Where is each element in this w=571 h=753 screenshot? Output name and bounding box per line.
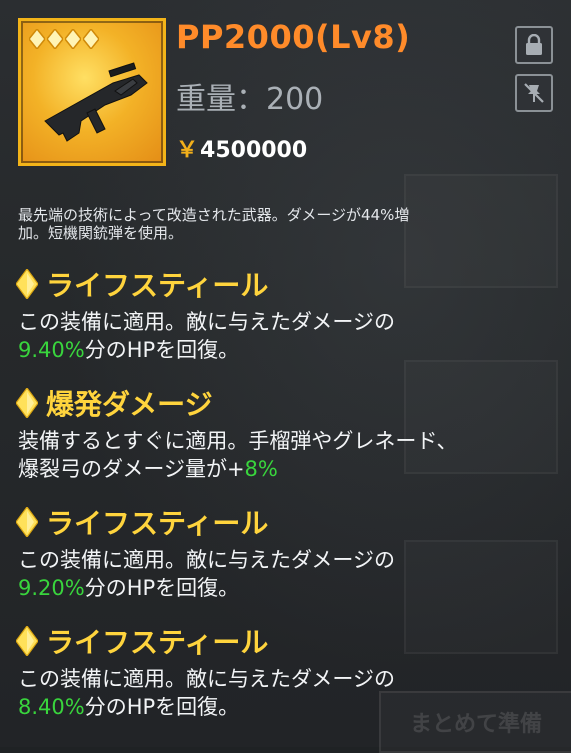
item-price: ￥4500000 [176,132,307,164]
price-value: 4500000 [200,138,308,163]
skill-name: 爆発ダメージ [46,388,213,421]
yen-icon: ￥ [176,138,199,163]
skill-text-suffix: 分のHPを回復。 [84,695,240,719]
skill-text-prefix: 爆裂弓のダメージ量が+ [18,457,245,481]
skill-text-line1: この装備に適用。敵に与えたダメージの [18,548,395,572]
item-header: PP2000(Lv8) 重量：200 ￥4500000 [18,18,553,178]
skill-name: ライフスティール [46,269,269,302]
skill-title: ライフスティール [16,264,561,304]
yellow-gem-icon [16,626,38,656]
unpin-icon [524,83,544,103]
item-title: PP2000(Lv8) [176,18,411,56]
skill-text-line1: 装備するとすぐに適用。手榴弾やグレネード、 [18,429,458,453]
yellow-gem-icon [16,269,38,299]
lock-icon [526,34,542,55]
diamond-star-icon [65,29,81,49]
skill-description: この装備に適用。敵に与えたダメージの 9.20%分のHPを回復。 [16,546,561,602]
skill-value: 9.20% [18,576,85,600]
skill-3: ライフスティール この装備に適用。敵に与えたダメージの 9.20%分のHPを回復… [16,502,561,602]
weight-label: 重量： [176,82,266,117]
skill-text-suffix: 分のHPを回復。 [84,338,240,362]
skill-text-line1: この装備に適用。敵に与えたダメージの [18,667,395,691]
item-weight: 重量：200 [176,74,323,118]
lock-button[interactable] [515,26,553,64]
yellow-gem-icon [16,507,38,537]
diamond-star-icon [83,29,99,49]
item-thumbnail [18,18,166,166]
diamond-star-icon [47,29,63,49]
skill-name: ライフスティール [46,626,269,659]
item-detail-panel: PP2000(Lv8) 重量：200 ￥4500000 最先端の技術によって改造… [0,0,571,753]
yellow-gem-icon [16,388,38,418]
skill-1: ライフスティール この装備に適用。敵に与えたダメージの 9.40%分のHPを回復… [16,264,561,364]
batch-prepare-button[interactable]: まとめて準備 [379,691,571,753]
item-description: 最先端の技術によって改造された武器。ダメージが44%増 加。短機関銃弾を使用。 [18,206,410,242]
skill-description: 装備するとすぐに適用。手榴弾やグレネード、 爆裂弓のダメージ量が+8% [16,427,561,483]
rarity-stars [29,29,99,49]
diamond-star-icon [29,29,45,49]
skill-text-line1: この装備に適用。敵に与えたダメージの [18,310,395,334]
skill-description: この装備に適用。敵に与えたダメージの 9.40%分のHPを回復。 [16,308,561,364]
unpin-button[interactable] [515,74,553,112]
skill-2: 爆発ダメージ 装備するとすぐに適用。手榴弾やグレネード、 爆裂弓のダメージ量が+… [16,383,561,483]
skill-title: ライフスティール [16,621,561,661]
skill-value: 8% [244,457,278,481]
skill-text-suffix: 分のHPを回復。 [84,576,240,600]
weight-value: 200 [266,82,324,117]
skill-value: 9.40% [18,338,85,362]
skill-name: ライフスティール [46,507,269,540]
skill-value: 8.40% [18,695,85,719]
submachine-gun-icon [44,62,148,142]
skill-title: ライフスティール [16,502,561,542]
skill-title: 爆発ダメージ [16,383,561,423]
